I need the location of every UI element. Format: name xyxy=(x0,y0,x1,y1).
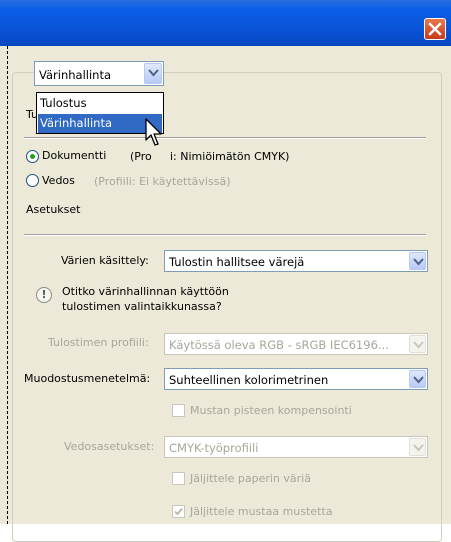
proof-setup-value: CMYK-työprofiili xyxy=(169,441,259,455)
proof-radio-label[interactable]: Vedos xyxy=(42,174,75,187)
dashed-guide xyxy=(7,46,8,524)
chevron-down-icon[interactable] xyxy=(409,438,426,456)
rendering-intent-label: Muodostusmenetelmä: xyxy=(24,372,151,385)
checkmark-icon xyxy=(174,507,183,516)
simulate-paper-checkbox[interactable] xyxy=(172,472,185,485)
info-icon: ! xyxy=(36,287,52,303)
mode-select[interactable]: Värinhallinta xyxy=(34,61,164,86)
info-line-1: Otitko värinhallinnan käyttöön xyxy=(62,285,229,298)
printer-profile-select[interactable]: Käytössä oleva RGB - sRGB IEC6196... xyxy=(164,333,428,355)
settings-heading: Asetukset xyxy=(26,203,81,216)
close-button[interactable] xyxy=(424,18,446,40)
black-point-checkbox[interactable] xyxy=(172,404,185,417)
document-profile-post: i: Nimiöimätön CMYK) xyxy=(170,150,290,163)
chevron-down-icon[interactable] xyxy=(409,252,426,270)
simulate-black-label[interactable]: Jäljittele mustaa mustetta xyxy=(190,505,332,518)
document-profile-pre: (Pro xyxy=(130,150,152,163)
proof-setup-label: Vedosasetukset: xyxy=(64,440,155,453)
chevron-down-icon[interactable] xyxy=(409,335,426,353)
color-handling-value: Tulostin hallitsee värejä xyxy=(169,255,305,269)
close-icon xyxy=(428,22,442,36)
color-handling-label: Värien käsittely: xyxy=(61,254,149,267)
proof-profile-text: (Profiili: Ei käytettävissä) xyxy=(94,175,231,188)
mode-select-value: Värinhallinta xyxy=(39,68,111,82)
info-line-2: tulostimen valintaikkunassa? xyxy=(62,300,222,313)
proof-radio[interactable] xyxy=(26,174,39,187)
chevron-down-icon[interactable] xyxy=(409,370,426,388)
proof-setup-select[interactable]: CMYK-työprofiili xyxy=(164,436,428,458)
color-handling-select[interactable]: Tulostin hallitsee värejä xyxy=(164,250,428,272)
printer-profile-value: Käytössä oleva RGB - sRGB IEC6196... xyxy=(169,338,389,352)
title-bar xyxy=(0,0,451,46)
simulate-black-checkbox[interactable] xyxy=(172,505,185,518)
mouse-cursor-icon xyxy=(145,118,162,146)
document-radio[interactable] xyxy=(26,150,39,163)
simulate-paper-label[interactable]: Jäljittele paperin väriä xyxy=(190,472,311,485)
document-radio-label[interactable]: Dokumentti xyxy=(42,149,106,162)
rendering-intent-select[interactable]: Suhteellinen kolorimetrinen xyxy=(164,368,428,390)
divider xyxy=(24,137,426,139)
divider xyxy=(24,234,426,236)
radio-dot xyxy=(30,154,35,159)
black-point-label[interactable]: Mustan pisteen kompensointi xyxy=(190,404,352,417)
chevron-down-icon[interactable] xyxy=(144,63,162,84)
rendering-intent-value: Suhteellinen kolorimetrinen xyxy=(169,373,329,387)
mode-option-tulostus[interactable]: Tulostus xyxy=(38,94,162,113)
printer-profile-label: Tulostimen profiili: xyxy=(48,336,149,349)
